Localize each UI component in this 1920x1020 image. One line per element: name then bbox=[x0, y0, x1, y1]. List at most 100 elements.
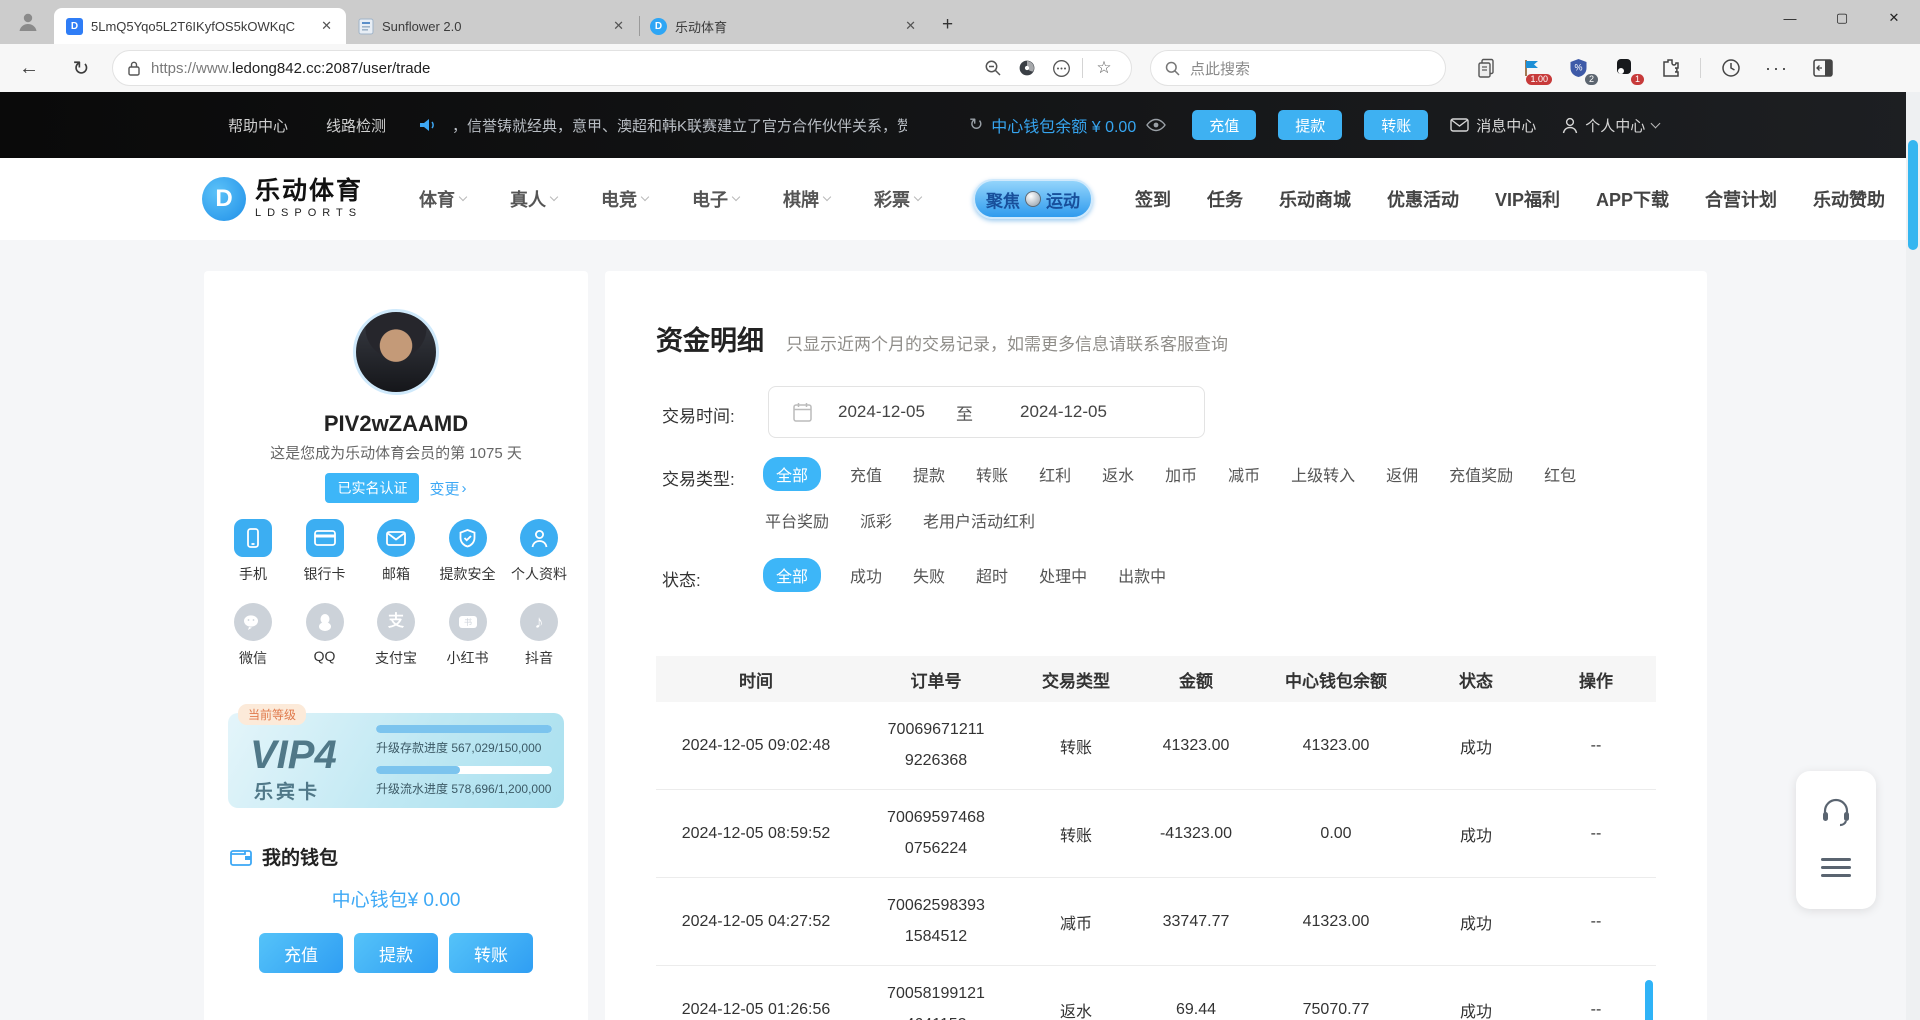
announce-action-button[interactable]: 充值 bbox=[1192, 110, 1256, 140]
status-pill[interactable]: 全部 bbox=[763, 558, 821, 592]
maximize-button[interactable]: ▢ bbox=[1816, 0, 1868, 36]
social-item-qq[interactable]: QQ bbox=[294, 603, 356, 668]
nav-menu-item[interactable]: 电竞 bbox=[601, 186, 648, 212]
wallet-refresh-icon[interactable]: ↻ bbox=[969, 115, 983, 135]
tab2-close-icon[interactable]: ✕ bbox=[609, 18, 628, 34]
social-item-douyin[interactable]: ♪ 抖音 bbox=[508, 603, 570, 668]
message-center-link[interactable]: 消息中心 bbox=[1450, 115, 1536, 136]
copy-pages-icon[interactable] bbox=[1466, 50, 1506, 86]
address-bar[interactable]: https://www.ledong842.cc:2087/user/trade… bbox=[112, 50, 1132, 86]
browser-tab-3[interactable]: D 乐动体育 ✕ bbox=[638, 8, 930, 44]
tab3-close-icon[interactable]: ✕ bbox=[901, 18, 920, 34]
verify-item-withdraw-safety[interactable]: 提款安全 bbox=[437, 519, 499, 584]
help-center-link[interactable]: 帮助中心 bbox=[228, 115, 288, 136]
flag-extension-icon[interactable]: 1.00 bbox=[1512, 50, 1552, 86]
more-page-actions-icon[interactable] bbox=[1044, 59, 1078, 78]
customer-service-headset-icon[interactable] bbox=[1820, 798, 1852, 828]
page-scrollbar-thumb[interactable] bbox=[1908, 140, 1918, 250]
verify-item-phone[interactable]: 手机 bbox=[222, 519, 284, 584]
nav-link-item[interactable]: 合营计划 bbox=[1705, 186, 1777, 212]
tracking-prevention-icon[interactable] bbox=[1010, 59, 1044, 77]
settings-more-icon[interactable]: ··· bbox=[1757, 50, 1797, 86]
search-box[interactable]: 点此搜索 bbox=[1150, 50, 1446, 86]
extensions-puzzle-icon[interactable] bbox=[1650, 50, 1690, 86]
social-item-alipay[interactable]: 支 支付宝 bbox=[365, 603, 427, 668]
nav-link-item[interactable]: 乐动商城 bbox=[1279, 186, 1351, 212]
notification-extension-icon[interactable]: 1 bbox=[1604, 50, 1644, 86]
status-pill[interactable]: 失败 bbox=[911, 558, 947, 592]
nav-menu-item[interactable]: 棋牌 bbox=[783, 186, 830, 212]
page-scrollbar[interactable] bbox=[1906, 92, 1920, 1020]
announce-action-button[interactable]: 转账 bbox=[1364, 110, 1428, 140]
shield-extension-icon[interactable]: % 2 bbox=[1558, 50, 1598, 86]
history-icon[interactable] bbox=[1711, 50, 1751, 86]
sidebar-panel-icon[interactable] bbox=[1803, 50, 1843, 86]
verify-item-profile[interactable]: 个人资料 bbox=[508, 519, 570, 584]
minimize-button[interactable]: — bbox=[1764, 0, 1816, 36]
browser-tab-2[interactable]: Sunflower 2.0 ✕ bbox=[346, 8, 638, 44]
type-pill[interactable]: 派彩 bbox=[858, 503, 894, 537]
nav-link-item[interactable]: 优惠活动 bbox=[1387, 186, 1459, 212]
line-check-link[interactable]: 线路检测 bbox=[326, 115, 386, 136]
nav-link-item[interactable]: 签到 bbox=[1135, 186, 1171, 212]
eye-icon[interactable] bbox=[1146, 118, 1166, 132]
nav-link-item[interactable]: 任务 bbox=[1207, 186, 1243, 212]
date-to-value[interactable]: 2024-12-05 bbox=[1020, 402, 1107, 422]
zoom-out-icon[interactable] bbox=[976, 59, 1010, 77]
type-pill[interactable]: 返佣 bbox=[1384, 457, 1420, 491]
type-pill[interactable]: 转账 bbox=[974, 457, 1010, 491]
personal-center-link[interactable]: 个人中心 bbox=[1562, 115, 1659, 136]
social-item-wechat[interactable]: 微信 bbox=[222, 603, 284, 668]
site-logo[interactable]: D 乐动体育 LDSPORTS bbox=[202, 177, 363, 221]
announce-action-button[interactable]: 提款 bbox=[1278, 110, 1342, 140]
status-pill[interactable]: 超时 bbox=[974, 558, 1010, 592]
status-pill[interactable]: 成功 bbox=[848, 558, 884, 592]
favorite-star-icon[interactable]: ☆ bbox=[1087, 58, 1121, 78]
type-pill[interactable]: 红包 bbox=[1542, 457, 1578, 491]
verify-item-bankcard[interactable]: 银行卡 bbox=[294, 519, 356, 584]
nav-menu-item[interactable]: 真人 bbox=[510, 186, 557, 212]
nav-menu-item[interactable]: 体育 bbox=[419, 186, 466, 212]
nav-menu-item[interactable]: 彩票 bbox=[874, 186, 921, 212]
table-row[interactable]: 2024-12-05 08:59:52 700695974680756224 转… bbox=[656, 790, 1656, 878]
wallet-action-button[interactable]: 转账 bbox=[449, 933, 533, 973]
nav-link-item[interactable]: APP下载 bbox=[1596, 186, 1669, 212]
type-pill[interactable]: 全部 bbox=[763, 457, 821, 491]
focus-sports-button[interactable]: 聚焦 运动 bbox=[973, 179, 1093, 219]
type-pill[interactable]: 上级转入 bbox=[1289, 457, 1357, 491]
nav-menu-item[interactable]: 电子 bbox=[692, 186, 739, 212]
change-link[interactable]: 变更 › bbox=[429, 478, 466, 499]
back-icon[interactable]: ← bbox=[12, 57, 46, 80]
type-pill[interactable]: 红利 bbox=[1037, 457, 1073, 491]
nav-link-item[interactable]: 乐动赞助 bbox=[1813, 186, 1885, 212]
wallet-action-button[interactable]: 充值 bbox=[259, 933, 343, 973]
table-row[interactable]: 2024-12-05 04:27:52 700625983931584512 减… bbox=[656, 878, 1656, 966]
user-avatar[interactable] bbox=[353, 309, 439, 395]
type-pill[interactable]: 加币 bbox=[1163, 457, 1199, 491]
date-from-value[interactable]: 2024-12-05 bbox=[838, 402, 956, 422]
verify-item-email[interactable]: 邮箱 bbox=[365, 519, 427, 584]
type-pill[interactable]: 平台奖励 bbox=[763, 503, 831, 537]
status-pill[interactable]: 出款中 bbox=[1116, 558, 1168, 592]
date-range-picker[interactable]: 2024-12-05 至 2024-12-05 bbox=[768, 386, 1205, 438]
new-tab-button[interactable]: + bbox=[942, 14, 953, 36]
menu-hamburger-icon[interactable] bbox=[1821, 853, 1851, 882]
browser-profile-icon[interactable] bbox=[8, 2, 48, 42]
table-row[interactable]: 2024-12-05 09:02:48 700696712119226368 转… bbox=[656, 702, 1656, 790]
refresh-icon[interactable]: ↻ bbox=[64, 56, 98, 81]
status-pill[interactable]: 处理中 bbox=[1037, 558, 1089, 592]
table-scrollbar-thumb[interactable] bbox=[1645, 980, 1653, 1020]
wallet-action-button[interactable]: 提款 bbox=[354, 933, 438, 973]
type-pill[interactable]: 减币 bbox=[1226, 457, 1262, 491]
nav-link-item[interactable]: VIP福利 bbox=[1495, 186, 1560, 212]
type-pill[interactable]: 老用户活动红利 bbox=[921, 503, 1037, 537]
type-pill[interactable]: 充值 bbox=[848, 457, 884, 491]
table-row[interactable]: 2024-12-05 01:26:56 700581991214641152 返… bbox=[656, 966, 1656, 1020]
browser-tab-1[interactable]: D 5LmQ5Yqo5L2T6IKyfOS5kOWKqC ✕ bbox=[54, 8, 346, 44]
social-item-xiaohongshu[interactable]: 书 小红书 bbox=[437, 603, 499, 668]
type-pill[interactable]: 充值奖励 bbox=[1447, 457, 1515, 491]
type-pill[interactable]: 返水 bbox=[1100, 457, 1136, 491]
type-pill[interactable]: 提款 bbox=[911, 457, 947, 491]
close-button[interactable]: ✕ bbox=[1868, 0, 1920, 36]
tab1-close-icon[interactable]: ✕ bbox=[317, 18, 336, 34]
